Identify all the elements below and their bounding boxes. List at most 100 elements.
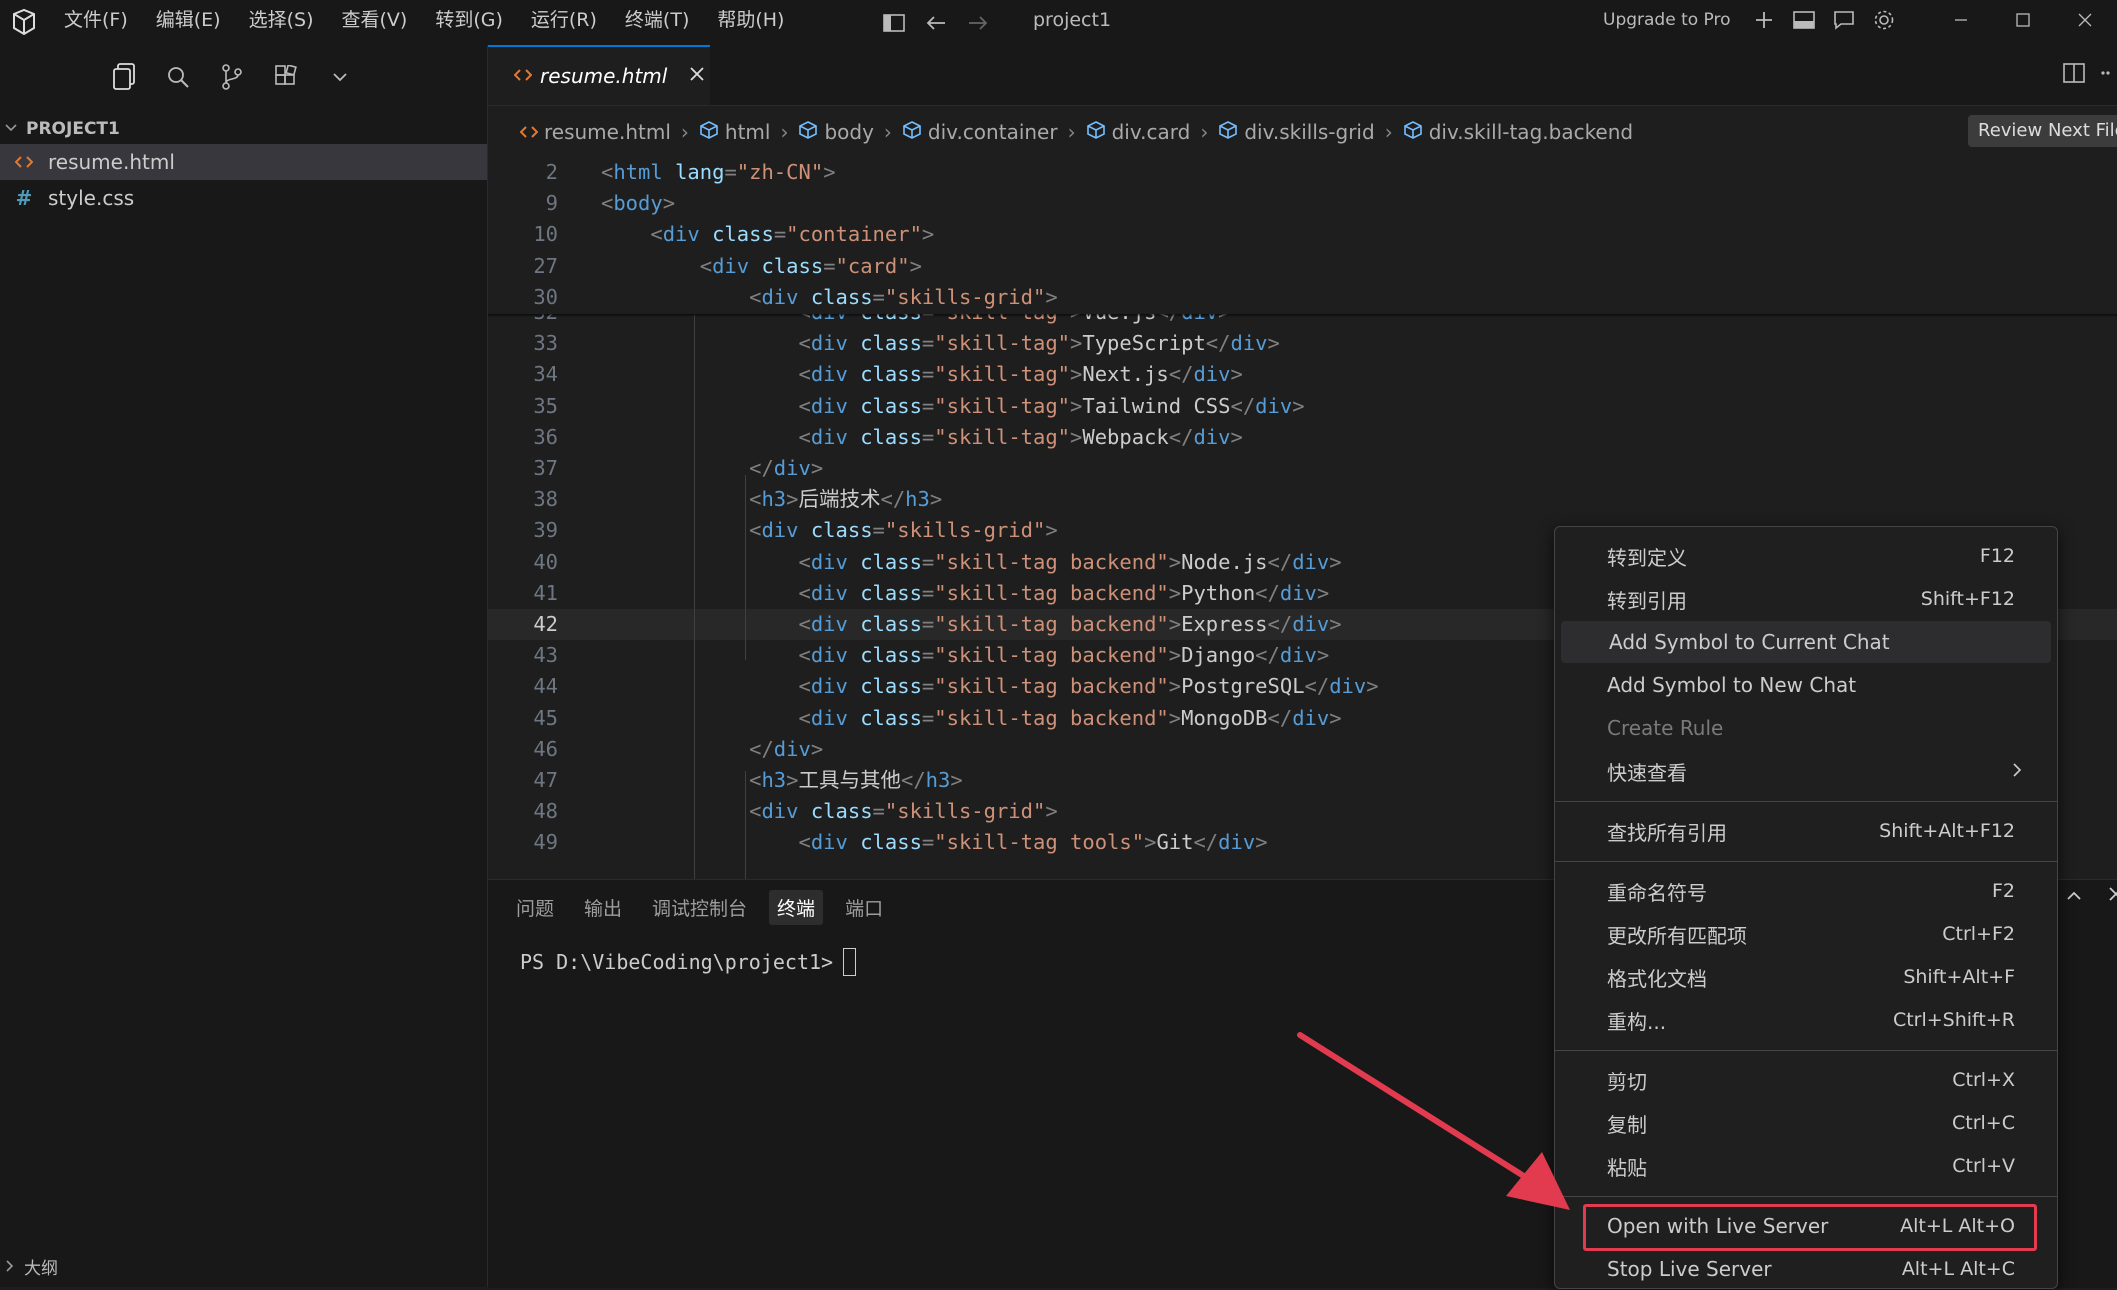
breadcrumb-item[interactable]: resume.html [519,120,671,144]
context-menu-item[interactable]: 格式化文档 Shift+Alt+F [1559,956,2053,998]
outline-section[interactable]: 大纲 [0,1250,487,1282]
breadcrumb-item[interactable]: body [798,120,874,145]
context-menu-item[interactable]: Add Symbol to New Chat [1559,664,2053,706]
annotation-arrow-icon [1297,1032,1570,1210]
code-token: "skill-tag tools" [934,830,1145,855]
folder-header[interactable]: PROJECT1 [0,113,487,145]
context-menu-item[interactable]: 重构... Ctrl+Shift+R [1559,999,2053,1041]
breadcrumb-item[interactable]: div.container [902,120,1058,145]
menu-item-2[interactable]: 选择(S) [235,0,328,45]
code-token: TypeScript [1082,331,1206,356]
gear-icon[interactable] [1870,6,1898,34]
code-line[interactable]: 9 <body> [488,188,2117,219]
code-token: class [810,284,873,309]
code-token: class [860,674,922,699]
split-editor-icon[interactable] [2063,63,2085,87]
close-window-icon[interactable] [2054,0,2116,40]
code-line[interactable]: 30 <div class="skills-grid"> [488,282,2117,313]
review-next-file-button[interactable]: Review Next File [1968,115,2117,147]
extensions-icon[interactable] [270,61,302,93]
chevron-up-icon[interactable] [2066,887,2082,906]
terminal[interactable]: PS D:\VibeCoding\project1> [520,948,857,976]
line-number: 30 [533,284,558,309]
code-line[interactable]: 2 <html lang="zh-CN"> [488,157,2117,188]
menu-item-3[interactable]: 查看(V) [328,0,422,45]
chevron-down-icon[interactable] [324,61,356,93]
plus-icon[interactable] [1750,6,1778,34]
file-item-style-css[interactable]: # style.css [0,180,487,216]
code-token: > [1168,674,1182,699]
code-token: > [1168,549,1182,574]
tab-panel-2[interactable]: 调试控制台 [644,890,755,925]
code-line[interactable]: 35 <div class="skill-tag">Tailwind CSS</… [488,391,2117,422]
code-token: > [1329,612,1342,636]
tab-panel-1[interactable]: 输出 [576,890,630,925]
html-file-icon [513,67,533,86]
code-line[interactable]: 27 <div class="card"> [488,251,2117,282]
menu-item-label: 复制 [1607,1112,1647,1137]
code-line[interactable]: 38 <h3>后端技术</h3> [488,484,2117,515]
context-menu-item[interactable]: 重命名符号 F2 [1559,870,2053,912]
close-panel-icon[interactable] [2108,886,2117,906]
breadcrumb-item[interactable]: html [699,120,770,145]
menu-bar: 文件(F) 编辑(E) 选择(S) 查看(V) 转到(G) 运行(R) 终端(T) 帮助(H) [50,0,798,45]
tab-panel-3[interactable]: 终端 [769,890,824,925]
back-arrow-icon[interactable] [922,9,950,37]
menu-item-5[interactable]: 运行(R) [517,0,611,45]
code-line[interactable]: 37 </div> [488,453,2117,484]
context-menu-item[interactable]: 粘贴 Ctrl+V [1559,1145,2053,1187]
tab-panel-4[interactable]: 端口 [837,890,891,925]
context-menu-item[interactable]: 复制 Ctrl+C [1559,1102,2053,1144]
code-token: div [1279,580,1317,605]
tab-resume-html[interactable]: resume.html [488,45,710,105]
code-token: Webpack [1082,424,1169,449]
code-token: </ [601,456,774,480]
sticky-scroll-shadow [488,314,2117,317]
breadcrumb-item[interactable]: div.skill-tag.backend [1403,120,1633,145]
menu-item-0[interactable]: 文件(F) [50,0,142,45]
toggle-panel-icon[interactable] [1790,6,1818,34]
context-menu-item[interactable]: 剪切 Ctrl+X [1559,1059,2053,1101]
context-menu-item[interactable]: 转到引用 Shift+F12 [1559,578,2053,620]
menu-item-6[interactable]: 终端(T) [611,0,703,45]
tab-panel-0[interactable]: 问题 [508,890,562,925]
context-menu-item[interactable]: 查找所有引用 Shift+Alt+F12 [1559,810,2053,852]
context-menu-item[interactable]: 快速查看 [1559,750,2053,792]
code-line[interactable]: 33 <div class="skill-tag">TypeScript</di… [488,328,2117,359]
breadcrumb-item[interactable]: div.skills-grid [1218,120,1375,145]
annotation-highlight-box [1583,1204,2037,1251]
source-control-icon[interactable] [216,61,248,93]
upgrade-to-pro-link[interactable]: Upgrade to Pro [1603,0,1731,40]
code-line[interactable]: 36 <div class="skill-tag">Webpack</div> [488,422,2117,453]
toggle-sidebar-icon[interactable] [880,9,908,37]
close-icon[interactable] [689,66,705,86]
search-icon[interactable] [162,61,194,93]
maximize-icon[interactable] [1992,0,2054,40]
file-item-resume-html[interactable]: resume.html [0,144,487,180]
chevron-right-icon [2011,759,2023,783]
menu-item-shortcut: Ctrl+F2 [1942,923,2015,945]
explorer-files-icon[interactable] [108,61,140,93]
breadcrumb-item[interactable]: div.card [1086,120,1190,145]
menu-item-1[interactable]: 编辑(E) [142,0,235,45]
code-token: > [810,456,824,480]
context-menu-item[interactable]: Add Symbol to Current Chat [1561,621,2051,663]
menu-item-4[interactable]: 转到(G) [421,0,517,45]
context-menu-item[interactable]: Stop Live Server Alt+L Alt+C [1559,1248,2053,1290]
code-line[interactable]: 34 <div class="skill-tag">Next.js</div> [488,359,2117,390]
forward-arrow-icon[interactable] [964,9,992,37]
context-menu-item[interactable]: 更改所有匹配项 Ctrl+F2 [1559,913,2053,955]
code-token: < [601,393,811,418]
context-menu-item[interactable]: 转到定义 F12 [1559,535,2053,577]
chat-icon[interactable] [1830,6,1858,34]
code-token: div [1329,674,1367,699]
code-token: > [1070,424,1083,449]
menu-item-7[interactable]: 帮助(H) [703,0,798,45]
code-token: < [601,160,614,184]
code-token: 工具与其他 [798,768,901,792]
code-token: > [1070,393,1083,418]
minimize-icon[interactable] [1930,0,1992,40]
menu-separator [1555,1050,2057,1051]
more-actions-icon[interactable] [2101,63,2111,87]
code-line[interactable]: 10 <div class="container"> [488,219,2117,250]
